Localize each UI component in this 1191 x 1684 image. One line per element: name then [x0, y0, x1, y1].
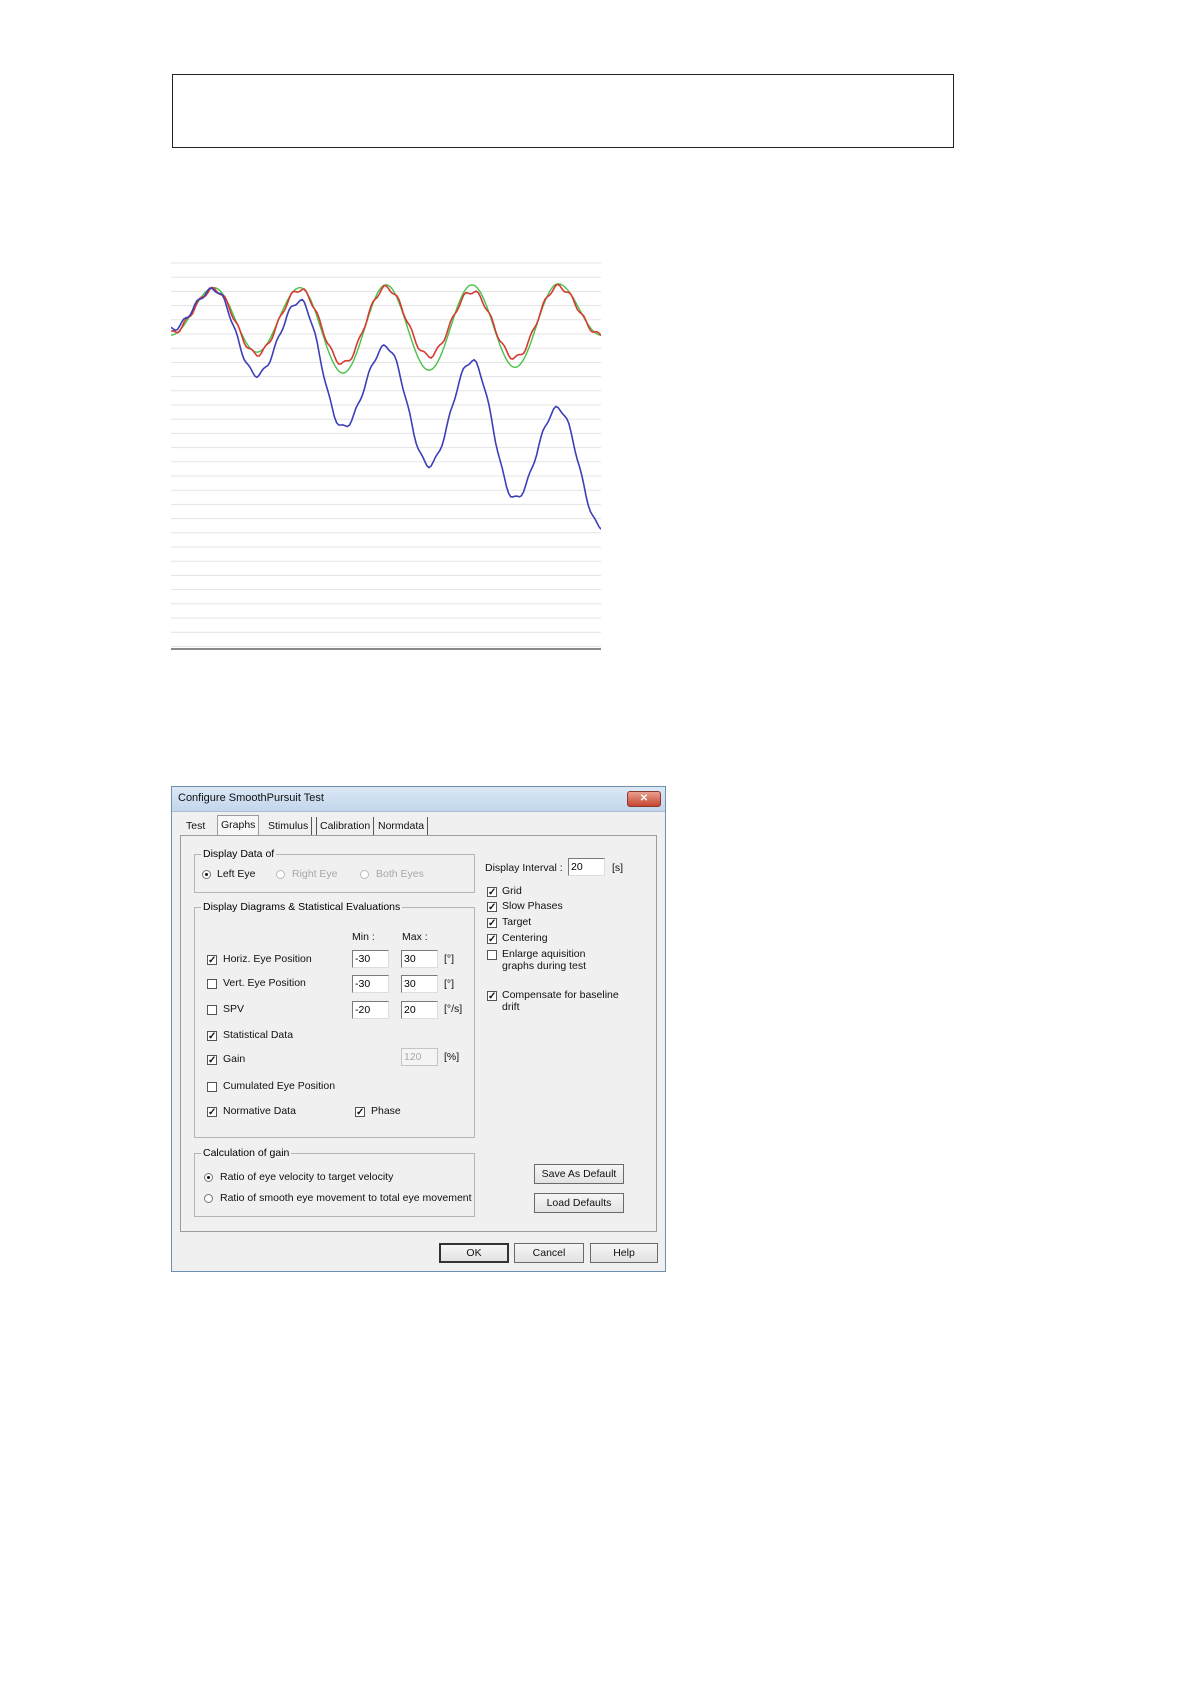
compensate-drift-label-2: drift	[502, 1001, 520, 1013]
max-header: Max :	[402, 931, 428, 943]
centering-checkbox[interactable]	[487, 934, 497, 944]
gain-max-input[interactable]: 120	[401, 1048, 438, 1066]
slow-phases-label: Slow Phases	[502, 900, 563, 912]
centering-label: Centering	[502, 932, 548, 944]
eye-tracking-chart	[171, 255, 601, 653]
spv-checkbox[interactable]	[207, 1005, 217, 1015]
diagrams-group: Display Diagrams & Statistical Evaluatio…	[194, 901, 475, 1138]
target-checkbox[interactable]	[487, 918, 497, 928]
target-label: Target	[502, 916, 532, 928]
cancel-button[interactable]: Cancel	[514, 1243, 584, 1263]
right-eye-radio[interactable]	[276, 870, 285, 879]
graphs-tab-panel: Display Data of Left Eye Right Eye Both …	[180, 835, 657, 1232]
vert-max-input[interactable]: 30	[401, 975, 438, 993]
enlarge-graphs-label-1: Enlarge aquisition	[502, 948, 586, 960]
left-eye-label: Left Eye	[217, 868, 256, 880]
statistical-data-checkbox[interactable]	[207, 1031, 217, 1041]
tab-graphs[interactable]: Graphs	[217, 815, 260, 837]
vert-eye-checkbox[interactable]	[207, 979, 217, 989]
min-header: Min :	[352, 931, 375, 943]
vert-min-input[interactable]: -30	[352, 975, 389, 993]
display-interval-unit: [s]	[612, 862, 624, 874]
horiz-unit: [°]	[444, 953, 455, 965]
gain-ratio-velocity-radio[interactable]	[204, 1173, 213, 1182]
display-data-legend: Display Data of	[201, 848, 277, 860]
both-eyes-label: Both Eyes	[376, 868, 424, 880]
phase-label: Phase	[371, 1105, 401, 1117]
compensate-drift-label-1: Compensate for baseline	[502, 989, 619, 1001]
horiz-min-input[interactable]: -30	[352, 950, 389, 968]
normative-data-label: Normative Data	[223, 1105, 296, 1117]
vert-unit: [°]	[444, 978, 455, 990]
enlarge-graphs-label-2: graphs during test	[502, 960, 587, 972]
horiz-eye-label: Horiz. Eye Position	[223, 953, 312, 965]
horiz-eye-checkbox[interactable]	[207, 955, 217, 965]
help-button[interactable]: Help	[590, 1243, 658, 1263]
dialog-title: Configure SmoothPursuit Test	[178, 792, 324, 804]
tab-test[interactable]: Test	[186, 817, 205, 836]
diagrams-legend: Display Diagrams & Statistical Evaluatio…	[201, 901, 403, 913]
close-icon[interactable]: ✕	[627, 791, 661, 807]
gain-checkbox[interactable]	[207, 1055, 217, 1065]
enlarge-graphs-checkbox[interactable]	[487, 950, 497, 960]
slow-phases-checkbox[interactable]	[487, 902, 497, 912]
spv-unit: [°/s]	[444, 1003, 463, 1015]
empty-frame-box	[172, 74, 954, 148]
spv-label: SPV	[223, 1003, 245, 1015]
grid-label: Grid	[502, 885, 522, 897]
ok-button[interactable]: OK	[439, 1243, 509, 1263]
display-interval-input[interactable]: 20	[568, 858, 605, 876]
horiz-max-input[interactable]: 30	[401, 950, 438, 968]
tab-normdata[interactable]: Normdata	[375, 817, 429, 836]
left-eye-trace	[171, 283, 601, 365]
spv-min-input[interactable]: -20	[352, 1001, 389, 1019]
cumulated-eye-checkbox[interactable]	[207, 1082, 217, 1092]
calc-gain-group: Calculation of gain Ratio of eye velocit…	[194, 1147, 475, 1217]
chart-svg	[171, 262, 601, 650]
tab-stimulus[interactable]: Stimulus	[268, 817, 313, 836]
grid-checkbox[interactable]	[487, 887, 497, 897]
compensate-drift-checkbox[interactable]	[487, 991, 497, 1001]
load-defaults-button[interactable]: Load Defaults	[534, 1193, 624, 1213]
both-eyes-radio[interactable]	[360, 870, 369, 879]
cumulated-eye-label: Cumulated Eye Position	[223, 1080, 336, 1092]
calc-gain-legend: Calculation of gain	[201, 1147, 292, 1159]
phase-checkbox[interactable]	[355, 1107, 365, 1117]
display-data-group: Display Data of Left Eye Right Eye Both …	[194, 848, 475, 893]
save-as-default-button[interactable]: Save As Default	[534, 1164, 624, 1184]
gain-ratio-velocity-label: Ratio of eye velocity to target velocity	[220, 1171, 394, 1183]
gain-ratio-smooth-radio[interactable]	[204, 1194, 213, 1203]
gain-ratio-smooth-label: Ratio of smooth eye movement to total ey…	[220, 1192, 472, 1204]
right-eye-label: Right Eye	[292, 868, 338, 880]
spv-max-input[interactable]: 20	[401, 1001, 438, 1019]
configure-dialog: Configure SmoothPursuit Test ✕ Test Grap…	[171, 786, 666, 1272]
display-interval-label: Display Interval :	[485, 862, 563, 874]
normative-data-checkbox[interactable]	[207, 1107, 217, 1117]
gain-label: Gain	[223, 1053, 246, 1065]
vert-eye-label: Vert. Eye Position	[223, 977, 306, 989]
gain-unit: [%]	[444, 1051, 460, 1063]
tab-calibration[interactable]: Calibration	[316, 817, 375, 836]
title-bar: Configure SmoothPursuit Test ✕	[172, 787, 665, 812]
left-eye-radio[interactable]	[202, 870, 211, 879]
statistical-data-label: Statistical Data	[223, 1029, 294, 1041]
